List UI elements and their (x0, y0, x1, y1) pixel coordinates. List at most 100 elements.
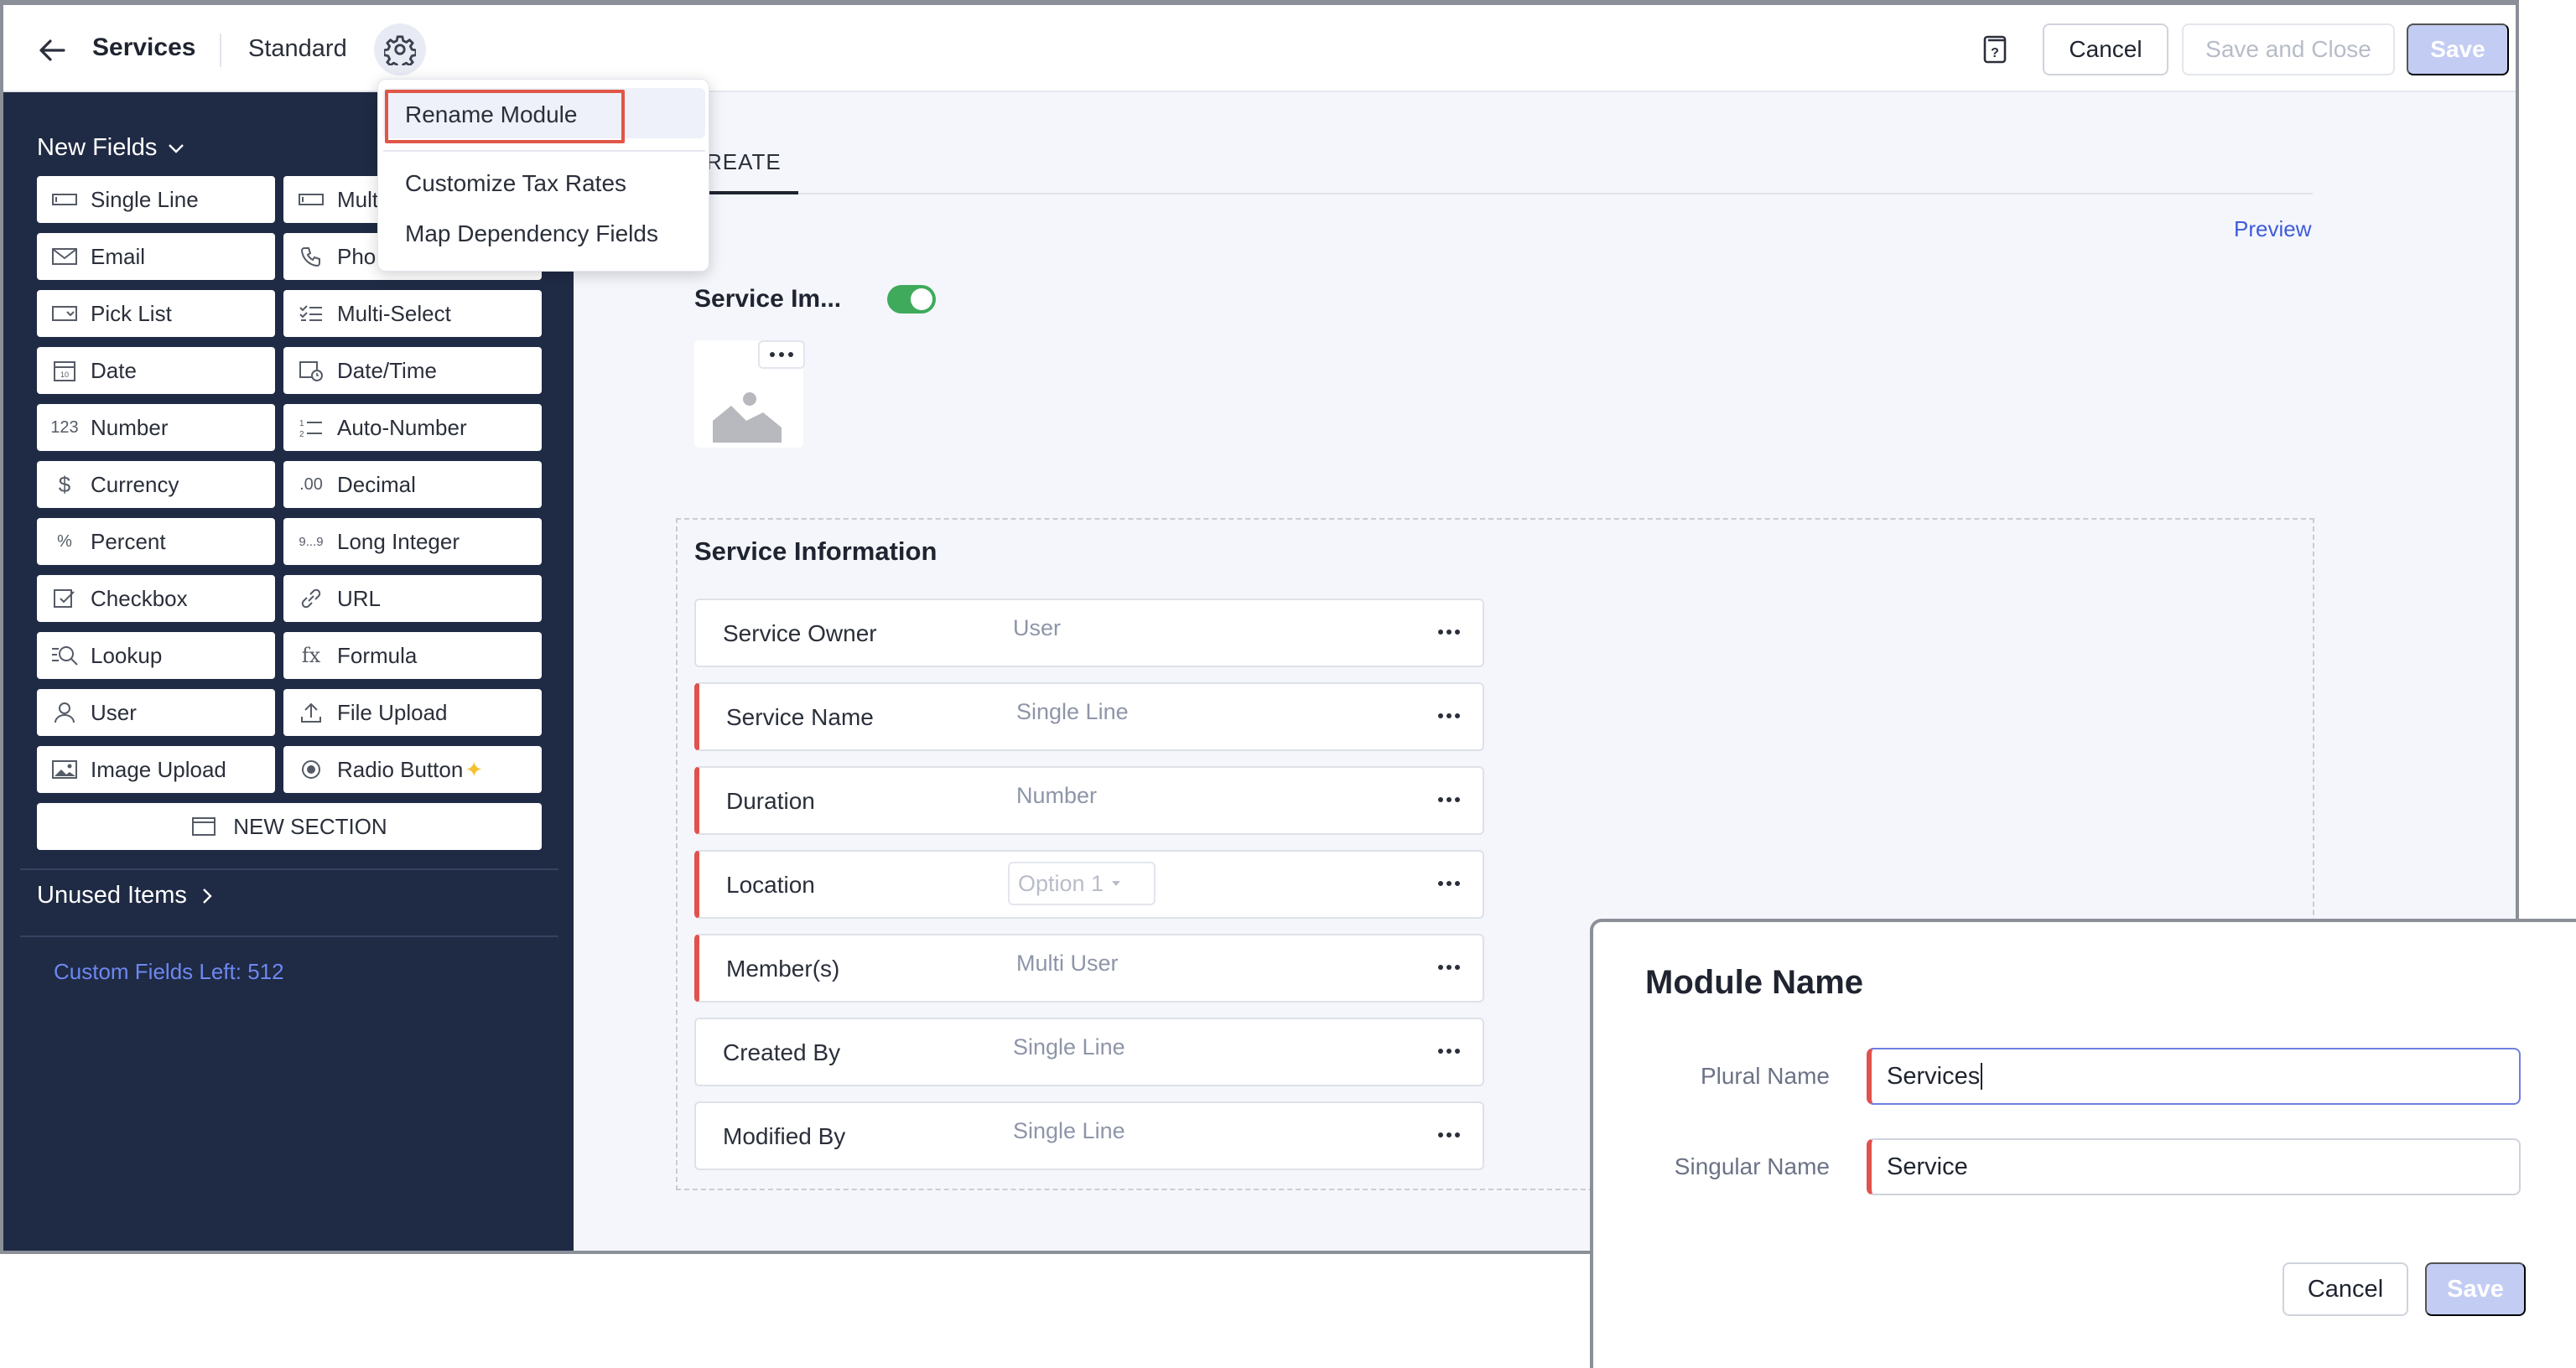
new-section-label: NEW SECTION (233, 813, 387, 839)
form-field-row[interactable]: Member(s) Multi User (694, 934, 1484, 1003)
dialog-cancel-button[interactable]: Cancel (2283, 1262, 2408, 1316)
multi-line-icon (297, 187, 325, 212)
auto-number-icon: 12 (297, 415, 325, 440)
field-type-label: Checkbox (91, 585, 188, 611)
picklist-icon (50, 301, 79, 326)
field-type-file-upload[interactable]: File Upload (283, 689, 542, 736)
new-fields-toggle[interactable]: New Fields (37, 134, 187, 162)
preview-link[interactable]: Preview (2234, 216, 2311, 242)
multi-select-icon (297, 301, 325, 326)
field-type-picklist[interactable]: Pick List (37, 290, 275, 337)
field-type-label: Auto-Number (337, 414, 467, 440)
page-title: Services (92, 34, 196, 61)
field-type-checkbox[interactable]: Checkbox (37, 575, 275, 622)
currency-icon: $ (58, 471, 71, 497)
svg-text:1: 1 (299, 419, 304, 428)
tab-create[interactable]: REATE (706, 149, 782, 175)
field-type-auto-number[interactable]: 1 2 Auto-Number (283, 404, 542, 451)
field-type-single-line[interactable]: Single Line (37, 176, 275, 223)
form-field-row[interactable]: Service Owner User (694, 598, 1484, 667)
form-field-row[interactable]: Duration Number (694, 766, 1484, 835)
field-label: Service Owner (723, 620, 877, 646)
menu-item-customize-tax-rates[interactable]: Customize Tax Rates (405, 170, 626, 197)
dialog-title: Module Name (1645, 964, 1864, 1001)
field-label: Duration (726, 788, 815, 814)
back-arrow-icon[interactable] (35, 34, 69, 67)
field-type-formula[interactable]: fx Formula (283, 632, 542, 679)
field-options-button[interactable] (1432, 622, 1466, 642)
field-type-label: Percent (91, 528, 166, 554)
field-help-icon[interactable]: ? (1979, 34, 2012, 67)
field-type-email[interactable]: Email (37, 233, 275, 280)
active-tab-indicator (704, 191, 798, 194)
save-and-close-button[interactable]: Save and Close (2182, 23, 2395, 75)
title-divider (220, 34, 221, 67)
field-type-percent[interactable]: % Percent (37, 518, 275, 565)
dialog-save-button[interactable]: Save (2425, 1262, 2526, 1316)
singular-name-label: Singular Name (1674, 1153, 1830, 1179)
svg-text:?: ? (1991, 46, 1999, 60)
field-label: Created By (723, 1039, 841, 1065)
email-icon (50, 244, 79, 269)
field-type-label: Decimal (337, 471, 416, 497)
image-options-button[interactable] (758, 340, 805, 369)
singular-name-input[interactable]: Service (1867, 1138, 2521, 1195)
number-icon: 123 (50, 417, 79, 437)
field-type-image-upload[interactable]: Image Upload (37, 746, 275, 793)
field-type-label: URL (337, 585, 382, 611)
sparkle-icon: ✦ (465, 756, 484, 782)
field-type-multi-select[interactable]: Multi-Select (283, 290, 542, 337)
field-type-label: Formula (337, 642, 418, 668)
field-type-user[interactable]: User (37, 689, 275, 736)
field-options-button[interactable] (1432, 1041, 1466, 1061)
field-type-label: Email (91, 243, 146, 269)
section-title[interactable]: Service Information (694, 536, 937, 567)
field-type-radio-button[interactable]: Radio Button ✦ (283, 746, 542, 793)
field-options-button[interactable] (1432, 790, 1466, 810)
checkbox-icon (50, 586, 79, 611)
menu-divider (383, 150, 705, 152)
field-type: User (1013, 615, 1062, 640)
field-options-button[interactable] (1432, 957, 1466, 977)
date-time-icon (297, 358, 325, 383)
field-type-long-integer[interactable]: 9...9 Long Integer (283, 518, 542, 565)
menu-item-map-dependency-fields[interactable]: Map Dependency Fields (405, 220, 658, 247)
field-type-currency[interactable]: $ Currency (37, 461, 275, 508)
chevron-down-icon (169, 143, 184, 153)
more-icon (1438, 881, 1460, 886)
field-options-button[interactable] (1432, 1125, 1466, 1145)
field-type-number[interactable]: 123 Number (37, 404, 275, 451)
formula-icon: fx (301, 644, 321, 667)
top-bar: Services Standard ? Cancel Save and Clos… (3, 5, 2516, 92)
form-field-row[interactable]: Location Option 1 (694, 850, 1484, 919)
form-field-row[interactable]: Modified By Single Line (694, 1101, 1484, 1170)
field-type-label: Multi-Select (337, 300, 451, 326)
form-field-row[interactable]: Service Name Single Line (694, 682, 1484, 751)
cancel-button[interactable]: Cancel (2043, 23, 2168, 75)
unused-items-toggle[interactable]: Unused Items (37, 882, 216, 909)
field-type: Single Line (1013, 1034, 1125, 1060)
field-type-label: Number (91, 414, 169, 440)
long-integer-icon: 9...9 (299, 534, 324, 549)
field-type-label: User (91, 699, 137, 725)
field-type-date-time[interactable]: Date/Time (283, 347, 542, 394)
new-section-button[interactable]: NEW SECTION (37, 803, 542, 850)
image-field-toggle[interactable] (887, 285, 936, 314)
module-name-dialog: Module Name Plural Name Services Singula… (1590, 919, 2576, 1368)
field-label: Location (726, 872, 815, 898)
layout-name[interactable]: Standard (248, 35, 347, 63)
more-icon (1438, 965, 1460, 970)
field-type: Number (1016, 783, 1098, 808)
field-type-lookup[interactable]: Lookup (37, 632, 275, 679)
text-caret (1981, 1063, 1983, 1090)
field-options-button[interactable] (1432, 706, 1466, 726)
plural-name-input[interactable]: Services (1867, 1048, 2521, 1105)
field-label: Modified By (723, 1123, 846, 1149)
field-options-button[interactable] (1432, 873, 1466, 894)
form-field-row[interactable]: Created By Single Line (694, 1018, 1484, 1086)
field-type-decimal[interactable]: .00 Decimal (283, 461, 542, 508)
settings-button[interactable] (374, 23, 426, 75)
save-button[interactable]: Save (2407, 23, 2509, 75)
field-type-date[interactable]: 10 Date (37, 347, 275, 394)
field-type-url[interactable]: URL (283, 575, 542, 622)
